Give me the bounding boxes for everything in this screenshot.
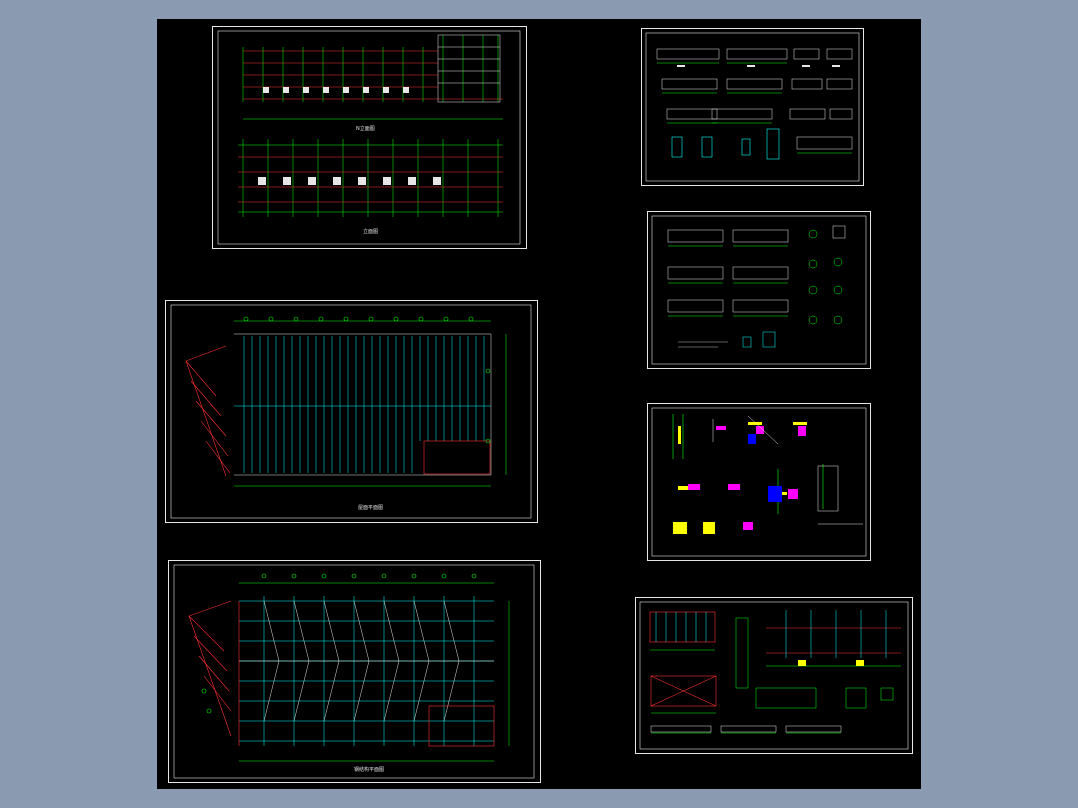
sheet-frame-details[interactable] [635,597,913,754]
sheet-node-details[interactable] [647,403,871,561]
frame-details-drawing [639,601,909,750]
drawing-canvas[interactable]: N立面图 立面图 屋面平面图 钢结构平面图 [157,19,921,789]
sheet-caption-bottom: 立面图 [363,229,379,235]
sheet-roof-plan[interactable]: 屋面平面图 [165,300,538,523]
elevation-drawings [217,30,521,245]
beam-details-drawing [645,32,860,182]
steel-plan-drawing [173,564,535,779]
node-details-drawing [651,407,867,557]
sheet-elevations[interactable]: N立面图 立面图 [212,26,527,249]
sheet-caption: 钢结构平面图 [354,767,385,773]
purlin-details-drawing [651,215,867,365]
sheet-caption: 屋面平面图 [358,505,384,511]
sheet-steel-plan[interactable]: 钢结构平面图 [168,560,541,783]
sheet-purlin-details[interactable] [647,211,871,369]
sheet-caption-top: N立面图 [356,126,375,132]
sheet-beam-details[interactable] [641,28,864,186]
roof-plan-drawing [170,304,532,519]
